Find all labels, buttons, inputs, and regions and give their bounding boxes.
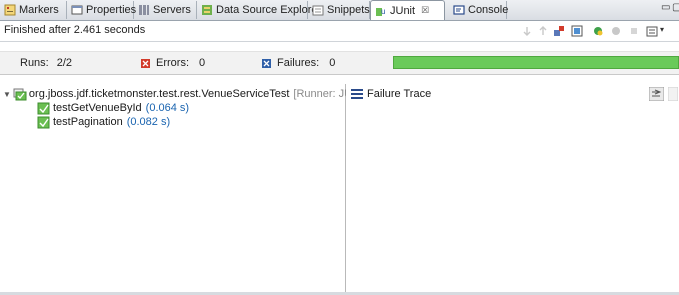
show-failures-only-icon[interactable] bbox=[553, 25, 565, 37]
tab-markers[interactable]: Markers bbox=[0, 1, 67, 19]
rerun-test-icon[interactable] bbox=[592, 25, 604, 37]
test-suite-icon bbox=[13, 88, 27, 100]
test-node[interactable]: testPagination (0.082 s) bbox=[37, 115, 170, 129]
tab-data-source-explorer[interactable]: Data Source Explorer bbox=[197, 1, 321, 19]
failures-label: Failures: bbox=[277, 57, 320, 69]
test-name: testGetVenueById bbox=[53, 102, 142, 114]
svg-text:u: u bbox=[381, 7, 385, 16]
tab-properties[interactable]: Properties bbox=[67, 1, 137, 19]
status-text: Finished after 2.461 seconds bbox=[4, 24, 146, 36]
close-tab-icon[interactable]: ☒ bbox=[421, 5, 429, 16]
test-passed-icon bbox=[37, 116, 50, 128]
servers-icon bbox=[139, 5, 149, 15]
tab-console-label: Console bbox=[468, 4, 509, 16]
scroll-lock-icon[interactable] bbox=[571, 25, 583, 37]
failures-value: 0 bbox=[329, 57, 336, 69]
junit-icon: u bbox=[376, 7, 385, 16]
failures-counter: Failures: 0 bbox=[262, 57, 335, 69]
status-bar: Finished after 2.461 seconds ▾ bbox=[0, 21, 679, 42]
view-tab-bar: Markers Properties Servers Data Source E… bbox=[0, 0, 679, 21]
runs-counter: Runs: 2/2 bbox=[20, 57, 72, 69]
test-passed-icon bbox=[37, 102, 50, 114]
tab-console[interactable]: Console bbox=[445, 1, 509, 19]
failure-trace-header: Failure Trace bbox=[346, 84, 679, 104]
test-name: testPagination bbox=[53, 116, 123, 128]
tab-junit-label: JUnit bbox=[390, 4, 416, 17]
rerun-failed-first-icon[interactable] bbox=[610, 25, 622, 37]
errors-value: 0 bbox=[199, 57, 206, 69]
previous-failure-icon[interactable] bbox=[537, 25, 549, 37]
test-history-icon[interactable] bbox=[646, 25, 658, 37]
runs-value: 2/2 bbox=[56, 57, 73, 69]
test-progress-bar bbox=[393, 56, 679, 69]
console-icon bbox=[453, 5, 465, 15]
test-duration: (0.082 s) bbox=[126, 116, 171, 128]
data-source-icon bbox=[202, 5, 212, 15]
history-dropdown-icon[interactable]: ▾ bbox=[660, 25, 664, 34]
tab-servers-label: Servers bbox=[153, 4, 191, 16]
markers-icon bbox=[4, 4, 16, 16]
tab-markers-label: Markers bbox=[19, 4, 59, 16]
error-icon bbox=[141, 58, 150, 68]
tab-junit[interactable]: u JUnit ☒ bbox=[370, 0, 445, 20]
suite-name: org.jboss.jdf.ticketmonster.test.rest.Ve… bbox=[28, 88, 290, 100]
tab-servers[interactable]: Servers bbox=[134, 1, 197, 19]
tab-snippets-label: Snippets bbox=[327, 4, 370, 16]
properties-icon bbox=[71, 5, 83, 15]
compare-results-icon[interactable] bbox=[668, 87, 678, 101]
snippets-icon bbox=[312, 5, 324, 16]
errors-label: Errors: bbox=[156, 57, 189, 69]
test-duration: (0.064 s) bbox=[145, 102, 190, 114]
tab-data-source-explorer-label: Data Source Explorer bbox=[216, 4, 322, 16]
suite-node[interactable]: ▼ org.jboss.jdf.ticketmonster.test.rest.… bbox=[3, 87, 364, 101]
errors-counter: Errors: 0 bbox=[141, 57, 205, 69]
expand-toggle-icon[interactable]: ▼ bbox=[3, 90, 11, 99]
minimize-icon[interactable]: ▭ bbox=[661, 2, 670, 13]
next-failure-icon[interactable] bbox=[521, 25, 533, 37]
tab-snippets[interactable]: Snippets bbox=[308, 1, 370, 19]
failure-trace-title: Failure Trace bbox=[367, 88, 432, 100]
list-icon bbox=[351, 89, 363, 99]
filter-stack-trace-icon[interactable] bbox=[649, 87, 664, 101]
maximize-icon[interactable]: ▢ bbox=[672, 2, 679, 13]
stop-icon[interactable] bbox=[628, 25, 640, 37]
tab-properties-label: Properties bbox=[86, 4, 137, 16]
failure-trace-pane: Failure Trace bbox=[346, 84, 679, 295]
runs-label: Runs: bbox=[20, 57, 49, 69]
test-tree: ▼ org.jboss.jdf.ticketmonster.test.rest.… bbox=[0, 84, 364, 295]
failure-icon bbox=[262, 58, 271, 68]
test-node[interactable]: testGetVenueById (0.064 s) bbox=[37, 101, 189, 115]
counter-panel: Runs: 2/2 Errors: 0 Failures: 0 bbox=[0, 51, 679, 75]
